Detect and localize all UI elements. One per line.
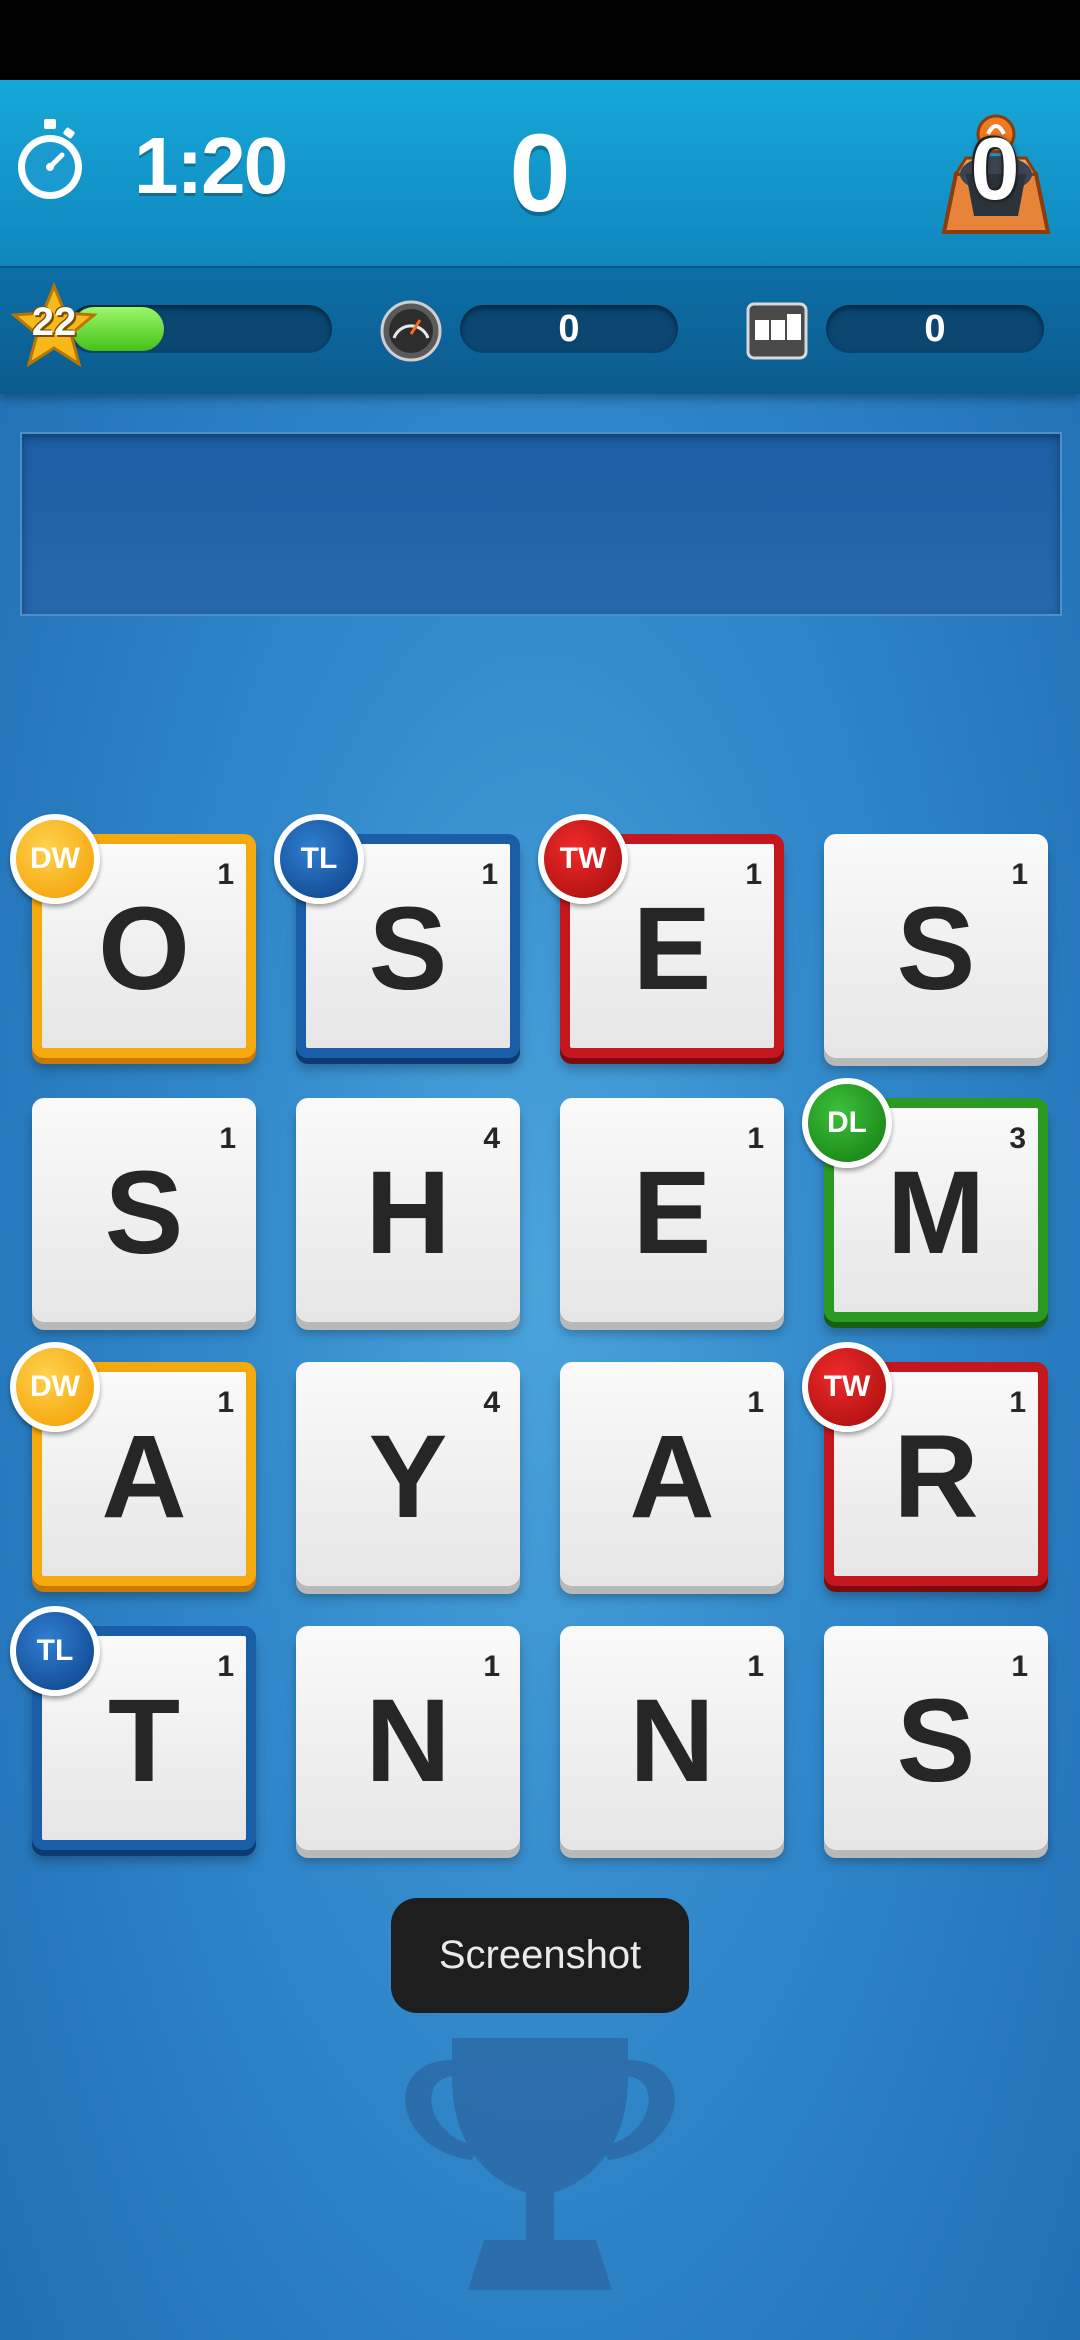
tile-points: 1 <box>217 1386 234 1419</box>
level-badge: 22 <box>31 300 77 344</box>
tile-points: 4 <box>483 1122 500 1155</box>
speed-value: 0 <box>558 308 580 350</box>
tile-points: 1 <box>1009 1386 1026 1419</box>
letter-tile[interactable]: S1 <box>32 1098 256 1322</box>
bonus-badge-dw: DW <box>10 814 100 904</box>
tile-points: 1 <box>483 1650 500 1683</box>
tile-points: 1 <box>745 858 762 891</box>
tile-points: 1 <box>1011 1650 1028 1683</box>
tile-points: 1 <box>219 1122 236 1155</box>
tile-points: 1 <box>217 1650 234 1683</box>
tile-points: 1 <box>747 1650 764 1683</box>
letter-tile[interactable]: N1 <box>296 1626 520 1850</box>
bonus-badge-tl: TL <box>274 814 364 904</box>
word-entry-area <box>20 432 1062 616</box>
bonus-badge-tw: TW <box>802 1342 892 1432</box>
letter-tile[interactable]: Y4 <box>296 1362 520 1586</box>
tile-points: 1 <box>481 858 498 891</box>
letter-tile[interactable]: A1 <box>560 1362 784 1586</box>
tile-points: 1 <box>217 858 234 891</box>
stopwatch-icon <box>18 119 82 199</box>
letter-tile[interactable]: N1 <box>560 1626 784 1850</box>
odometer-icon <box>746 302 808 360</box>
letter-tile[interactable]: H4 <box>296 1098 520 1322</box>
tile-points: 3 <box>1009 1122 1026 1155</box>
bonus-badge-tw: TW <box>538 814 628 904</box>
counter-value: 0 <box>924 308 946 350</box>
score-display: 0 <box>509 112 571 235</box>
bonus-badge-dl: DL <box>802 1078 892 1168</box>
timer-display: 1:20 <box>134 121 288 210</box>
bonus-badge-tl: TL <box>10 1606 100 1696</box>
letter-tile[interactable]: E1 <box>560 1098 784 1322</box>
tile-points: 1 <box>1011 858 1028 891</box>
letter-tile[interactable]: S1 <box>824 1626 1048 1850</box>
trophy-icon <box>405 2038 675 2290</box>
speedometer-icon <box>380 300 442 362</box>
bonus-badge-dw: DW <box>10 1342 100 1432</box>
chest-count: 0 <box>970 119 1020 218</box>
tile-points: 1 <box>747 1122 764 1155</box>
tile-points: 4 <box>483 1386 500 1419</box>
screenshot-toast: Screenshot <box>391 1898 689 2013</box>
tile-points: 1 <box>747 1386 764 1419</box>
letter-tile[interactable]: S1 <box>824 834 1048 1058</box>
status-bar <box>0 0 1080 80</box>
